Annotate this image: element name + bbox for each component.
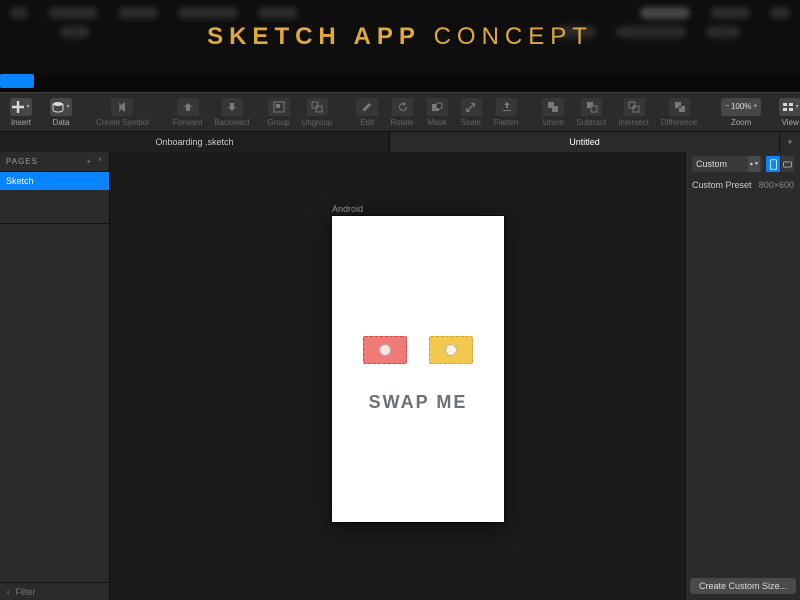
page-item-sketch[interactable]: Sketch [0, 172, 109, 190]
intersect-button[interactable]: Intersect [612, 96, 655, 129]
create-custom-size-button[interactable]: Create Custom Size... [690, 578, 796, 594]
hero-title: SKETCH APP CONCEPT [207, 23, 593, 51]
layers-list[interactable] [0, 224, 109, 582]
view-button[interactable]: ▾ View [773, 96, 800, 129]
edit-icon [356, 98, 378, 116]
preset-value: 800×600 [759, 180, 794, 190]
pages-label: PAGES [6, 157, 38, 166]
canvas[interactable]: Android SWAP ME [110, 152, 685, 600]
artboard-label[interactable]: Android [332, 204, 363, 214]
forward-icon [177, 98, 199, 116]
forward-button[interactable]: Forward [167, 96, 208, 129]
backward-icon [221, 98, 243, 116]
scale-button[interactable]: Scale [454, 96, 488, 129]
create-symbol-button[interactable]: Create Symbol [90, 96, 155, 129]
filter-label: Filter [15, 587, 35, 597]
swap-me-text: SWAP ME [332, 392, 504, 413]
toolbar: ▾ Insert ▾ Data Create Symbol Forward Ba… [0, 92, 800, 132]
scale-icon [460, 98, 482, 116]
filter-bar[interactable]: ◐ Filter [0, 582, 109, 600]
difference-button[interactable]: Difference [655, 96, 703, 129]
zoom-value: 100% [731, 102, 751, 111]
artboard-android[interactable]: SWAP ME [332, 216, 504, 522]
hero-title-light: CONCEPT [434, 23, 593, 50]
union-icon [542, 98, 564, 116]
symbol-icon [111, 98, 133, 116]
add-tab-button[interactable]: + [780, 132, 800, 152]
data-icon: ▾ [50, 98, 72, 116]
intersect-icon [623, 98, 645, 116]
collapse-pages-icon[interactable]: ˄ [98, 157, 103, 166]
union-button[interactable]: Union [536, 96, 570, 129]
zoom-control[interactable]: −100%+ Zoom [715, 96, 767, 129]
group-icon [268, 98, 290, 116]
flatten-icon [495, 98, 517, 116]
view-icon: ▾ [779, 98, 800, 116]
difference-icon [668, 98, 690, 116]
tab-onboarding[interactable]: Onboarding .sketch [0, 132, 390, 152]
data-button[interactable]: ▾ Data [44, 96, 78, 129]
add-page-icon[interactable]: + [86, 157, 92, 166]
insert-button[interactable]: ▾ Insert [4, 96, 38, 129]
swatch-yellow[interactable] [429, 336, 473, 364]
pages-header: PAGES + ˄ [0, 152, 109, 172]
window-strip [0, 74, 800, 92]
plus-icon: ▾ [10, 98, 32, 116]
orientation-portrait[interactable] [766, 156, 780, 172]
hero-title-bold: SKETCH APP [207, 23, 421, 50]
inspector: Custom ▲▼ Custom Preset 800×600 Create C… [685, 152, 800, 600]
filter-icon: ◐ [6, 587, 11, 597]
select-arrows-icon: ▲▼ [748, 156, 760, 172]
rotate-icon [391, 98, 413, 116]
document-tabs: Onboarding .sketch Untitled + [0, 132, 800, 152]
preset-label: Custom Preset [692, 180, 752, 190]
swatch-red[interactable] [363, 336, 407, 364]
group-button[interactable]: Group [261, 96, 295, 129]
ungroup-button[interactable]: Ungroup [296, 96, 339, 129]
subtract-icon [580, 98, 602, 116]
size-preset-select[interactable]: Custom ▲▼ [692, 156, 762, 172]
orientation-landscape[interactable] [780, 156, 794, 172]
subtract-button[interactable]: Subtract [570, 96, 612, 129]
backward-button[interactable]: Backward [208, 96, 255, 129]
mask-icon [426, 98, 448, 116]
edit-button[interactable]: Edit [350, 96, 384, 129]
left-sidebar: PAGES + ˄ Sketch ◐ Filter [0, 152, 110, 600]
mask-button[interactable]: Mask [420, 96, 454, 129]
flatten-button[interactable]: Flatten [488, 96, 524, 129]
ungroup-icon [306, 98, 328, 116]
rotate-button[interactable]: Rotate [384, 96, 420, 129]
tab-untitled[interactable]: Untitled [390, 132, 780, 152]
hero-banner: SKETCH APP CONCEPT [0, 0, 800, 74]
active-corner-tab[interactable] [0, 74, 34, 88]
